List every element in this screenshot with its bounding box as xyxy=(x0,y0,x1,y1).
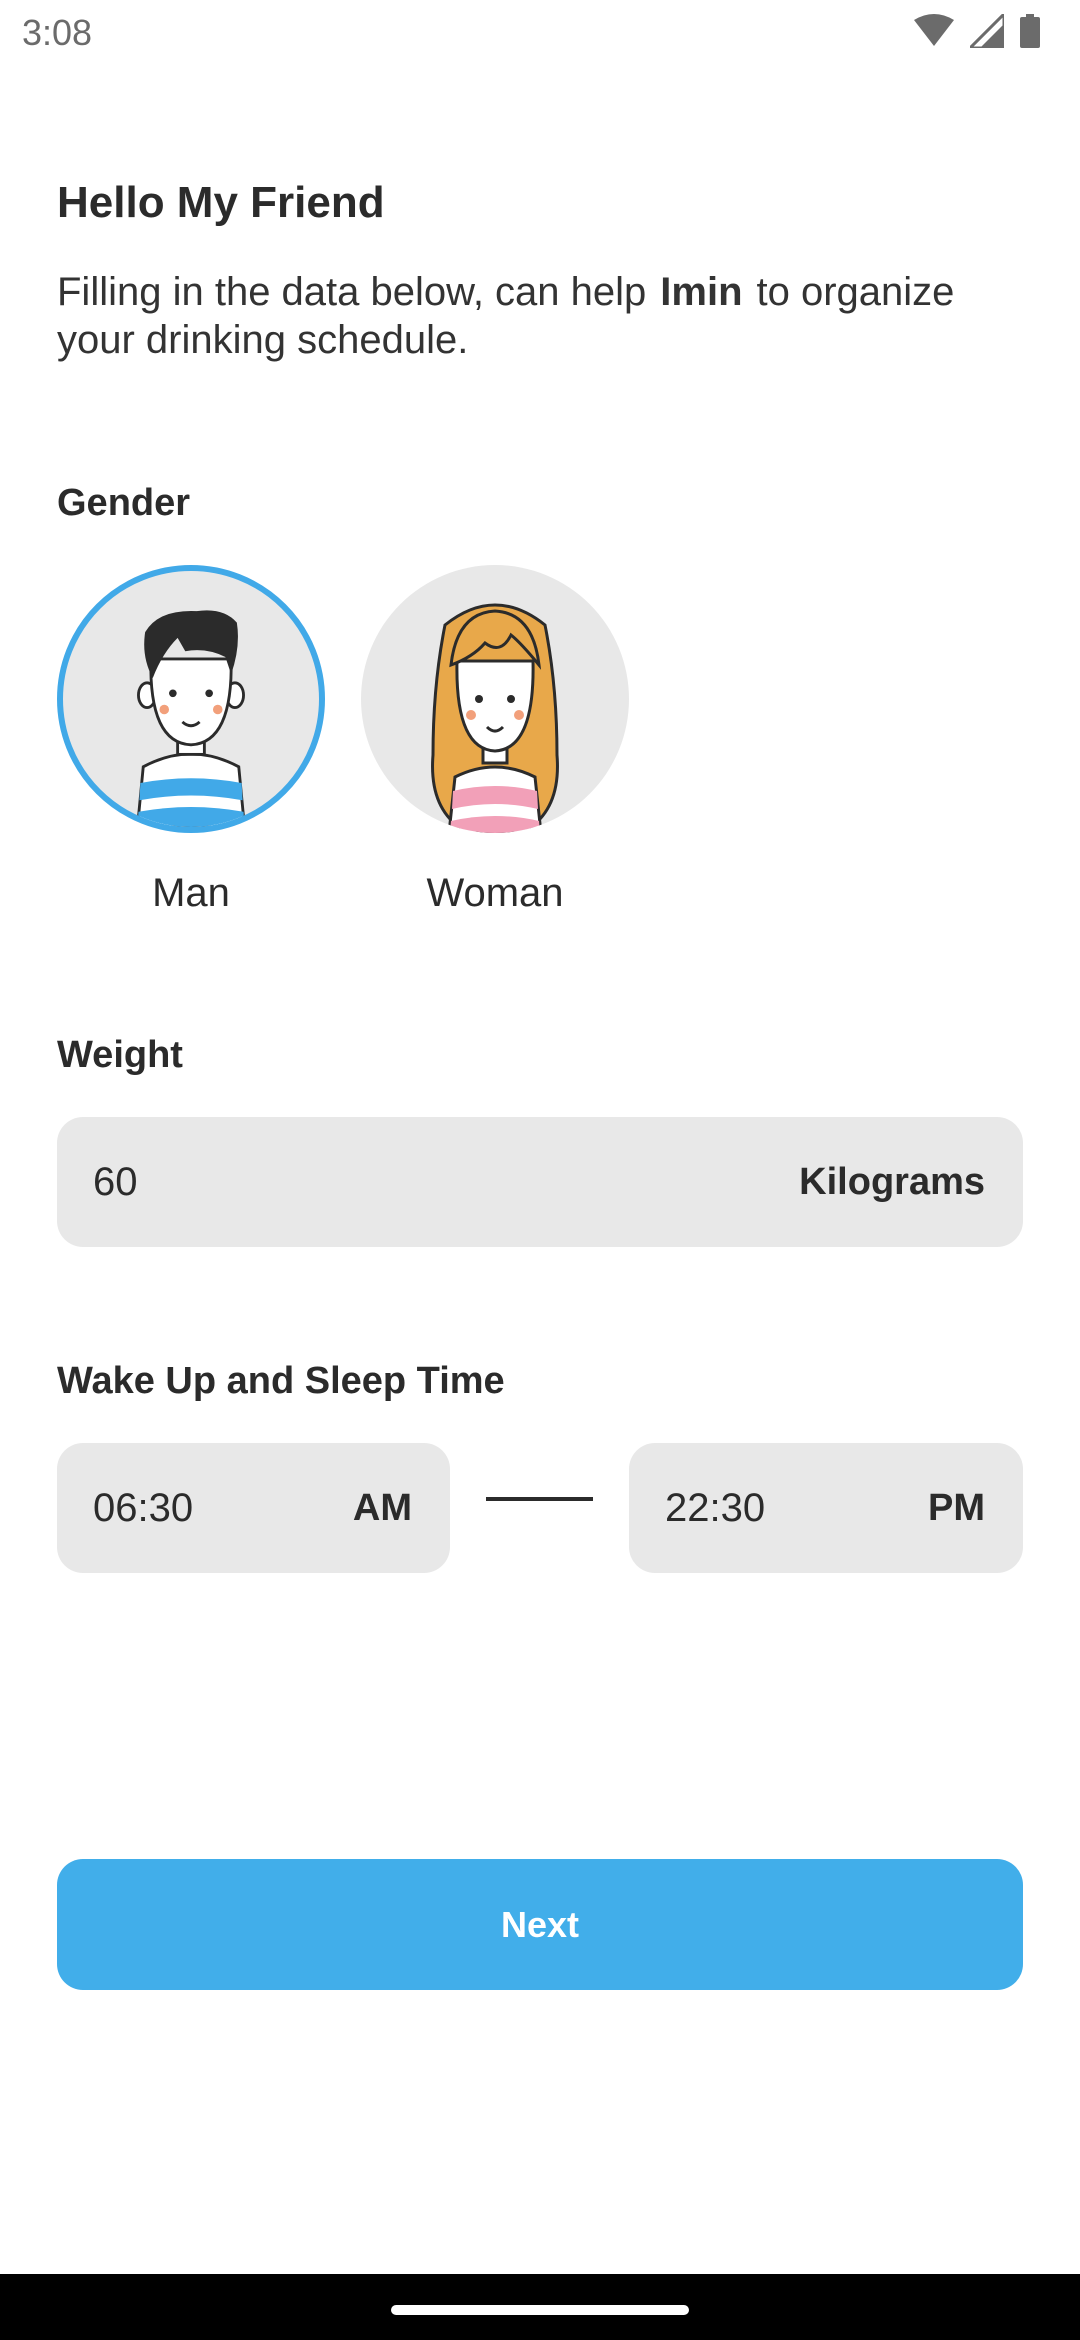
page-subtitle: Filling in the data below, can help Imin t… xyxy=(57,268,1017,364)
gender-option-man[interactable]: Man xyxy=(57,565,325,916)
sleep-time-value[interactable]: 22:30 xyxy=(665,1486,765,1531)
subtitle-text-before: Filling in the data below, can help xyxy=(57,270,647,314)
wake-time-field[interactable]: 06:30 AM xyxy=(57,1443,450,1573)
home-handle[interactable] xyxy=(391,2305,689,2315)
signal-icon xyxy=(970,14,1004,48)
next-button[interactable]: Next xyxy=(57,1859,1023,1990)
weight-field[interactable]: 60 Kilograms xyxy=(57,1117,1023,1247)
woman-avatar[interactable] xyxy=(361,565,629,833)
weight-unit: Kilograms xyxy=(799,1160,985,1203)
woman-avatar-icon xyxy=(431,603,559,833)
wifi-icon xyxy=(914,14,954,48)
wake-time-value[interactable]: 06:30 xyxy=(93,1486,193,1531)
man-avatar-icon xyxy=(136,610,246,827)
gender-label: Gender xyxy=(57,482,191,524)
wake-time-period: AM xyxy=(352,1486,412,1529)
status-time: 3:08 xyxy=(22,12,93,53)
weight-label: Weight xyxy=(57,1034,183,1076)
sleep-time-field[interactable]: 22:30 PM xyxy=(629,1443,1023,1573)
gender-option-woman[interactable]: Woman xyxy=(361,565,629,916)
man-avatar[interactable] xyxy=(57,565,325,833)
battery-icon xyxy=(1020,14,1040,48)
gender-option-woman-label: Woman xyxy=(426,871,564,915)
status-bar: 3:08 xyxy=(0,0,1080,66)
schedule-label: Wake Up and Sleep Time xyxy=(57,1360,505,1402)
gender-option-man-label: Man xyxy=(152,871,230,915)
sleep-time-period: PM xyxy=(928,1486,985,1529)
page-title: Hello My Friend xyxy=(57,178,385,227)
status-icons xyxy=(914,14,1040,48)
weight-value[interactable]: 60 xyxy=(93,1160,138,1205)
time-range-separator xyxy=(486,1497,593,1501)
brand-name: Imin xyxy=(660,270,743,314)
